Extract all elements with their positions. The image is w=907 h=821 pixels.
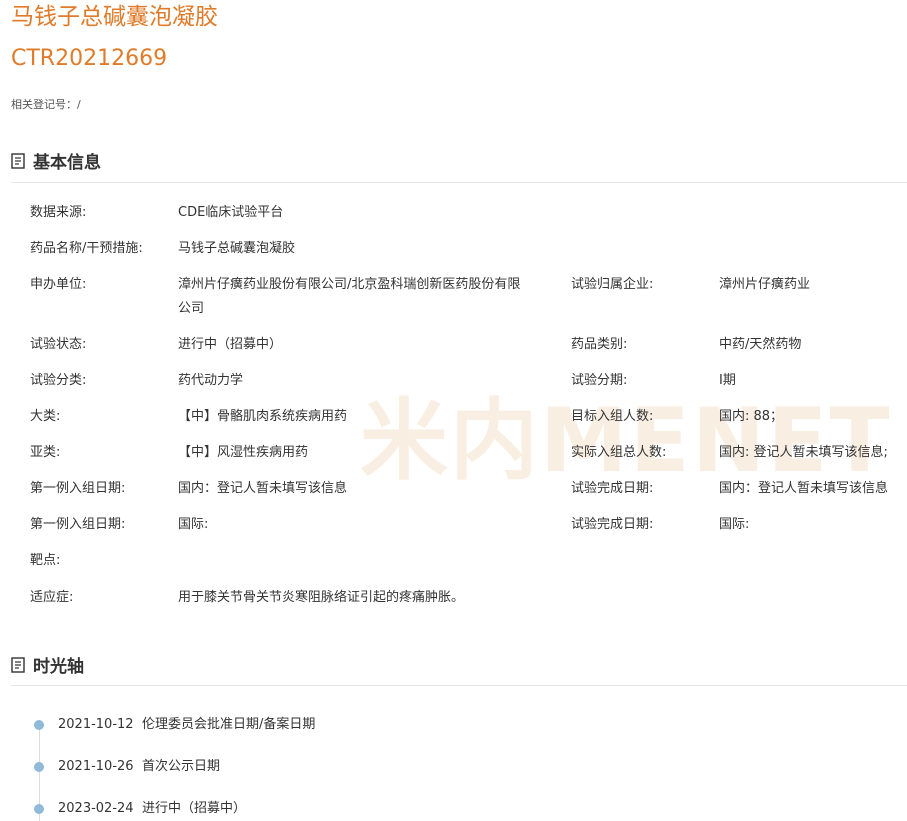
label-data-source: 数据来源: xyxy=(30,205,87,220)
timeline-event: 首次公示日期 xyxy=(142,759,221,774)
section-basic-info: 基本信息 xyxy=(11,148,101,173)
divider xyxy=(11,182,907,183)
value-drug-name: 马钱子总碱囊泡凝胶 xyxy=(178,241,296,256)
value-completion-intl: 国际: xyxy=(719,517,750,532)
value-trial-phase: I期 xyxy=(719,373,736,388)
value-actual-enrollment: 国内: 登记人暂未填写该信息; xyxy=(719,445,888,460)
value-first-enroll-intl: 国际: xyxy=(178,517,209,532)
value-indication: 用于膝关节骨关节炎寒阻脉络证引起的疼痛肿胀。 xyxy=(178,590,465,605)
timeline-dot xyxy=(34,720,44,730)
value-trial-type: 药代动力学 xyxy=(178,373,244,388)
label-indication: 适应症: xyxy=(30,590,74,605)
value-completion-domestic: 国内：登记人暂未填写该信息 xyxy=(719,481,889,496)
value-minor-class: 【中】风湿性疾病用药 xyxy=(178,445,309,460)
label-trial-phase: 试验分期: xyxy=(571,373,628,388)
label-drug-name: 药品名称/干预措施: xyxy=(30,241,143,256)
timeline-date: 2021-10-12 xyxy=(58,717,134,732)
page-title: 马钱子总碱囊泡凝胶 xyxy=(11,4,218,30)
timeline-dot xyxy=(34,762,44,772)
related-registration: 相关登记号：/ xyxy=(11,98,81,111)
label-completion-intl: 试验完成日期: xyxy=(571,517,654,532)
section-title: 时光轴 xyxy=(33,657,84,677)
timeline-dot xyxy=(34,804,44,814)
value-trial-status: 进行中（招募中） xyxy=(178,337,283,352)
timeline-event: 伦理委员会批准日期/备案日期 xyxy=(142,717,316,732)
label-drug-category: 药品类别: xyxy=(571,337,628,352)
section-title: 基本信息 xyxy=(33,153,101,173)
label-trial-company: 试验归属企业: xyxy=(571,277,654,292)
trial-code: CTR20212669 xyxy=(11,46,168,71)
section-timeline: 时光轴 xyxy=(11,652,84,677)
label-trial-type: 试验分类: xyxy=(30,373,87,388)
label-target-enrollment: 目标入组人数: xyxy=(571,409,654,424)
value-sponsor: 漳州片仔癀药业股份有限公司/北京盈科瑞创新医药股份有限公司 xyxy=(178,277,521,316)
timeline-date: 2023-02-24 xyxy=(58,801,134,816)
document-icon xyxy=(11,656,25,673)
label-first-enroll-domestic: 第一例入组日期: xyxy=(30,481,126,496)
timeline-date: 2021-10-26 xyxy=(58,759,134,774)
value-drug-category: 中药/天然药物 xyxy=(719,337,802,352)
label-trial-status: 试验状态: xyxy=(30,337,87,352)
value-major-class: 【中】骨骼肌肉系统疾病用药 xyxy=(178,409,348,424)
document-icon xyxy=(11,152,25,169)
value-first-enroll-domestic: 国内：登记人暂未填写该信息 xyxy=(178,481,348,496)
divider xyxy=(11,685,907,686)
value-data-source: CDE临床试验平台 xyxy=(178,205,284,220)
value-target-enrollment: 国内: 88； xyxy=(719,409,784,424)
value-trial-company: 漳州片仔癀药业 xyxy=(719,277,811,292)
label-first-enroll-intl: 第一例入组日期: xyxy=(30,517,126,532)
label-minor-class: 亚类: xyxy=(30,445,61,460)
label-major-class: 大类: xyxy=(30,409,61,424)
label-sponsor: 申办单位: xyxy=(30,277,87,292)
label-actual-enrollment: 实际入组总人数: xyxy=(571,445,667,460)
timeline-event: 进行中（招募中） xyxy=(142,801,247,816)
label-completion-domestic: 试验完成日期: xyxy=(571,481,654,496)
label-target: 靶点: xyxy=(30,553,61,568)
